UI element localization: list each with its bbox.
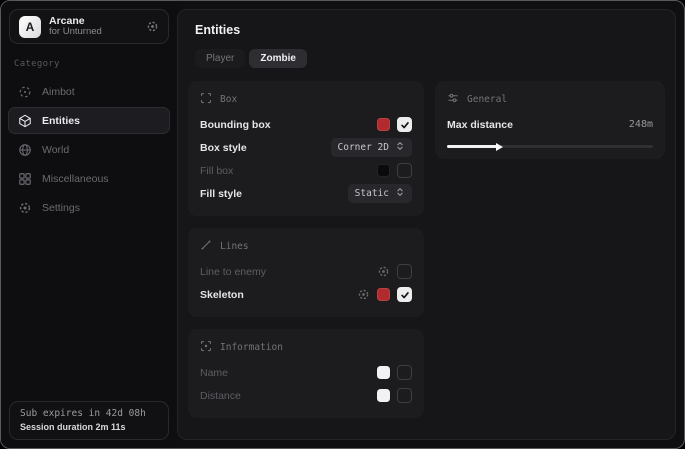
setting-row-line-to-enemy: Line to enemy (200, 260, 412, 283)
focus-dot-icon (200, 340, 212, 355)
fill-box-checkbox[interactable] (397, 163, 412, 178)
sidebar-item-world[interactable]: World (8, 136, 170, 163)
setting-row-max-distance: Max distance 248m (447, 113, 653, 136)
dropdown-value: Corner 2D (338, 142, 389, 153)
sidebar-item-label: Miscellaneous (42, 173, 109, 185)
category-label: Category (14, 59, 177, 69)
content-area: Box Bounding box Box style (188, 81, 665, 418)
box-card: Box Bounding box Box style (188, 81, 424, 216)
color-swatch[interactable] (377, 288, 390, 301)
sidebar-item-label: Aimbot (42, 86, 75, 98)
sidebar-item-label: World (42, 144, 69, 156)
slider-fill (447, 145, 498, 148)
slider-thumb[interactable] (496, 143, 503, 151)
setting-row-distance: Distance (200, 384, 412, 407)
information-card: Information Name Distance (188, 329, 424, 418)
chevron-updown-icon (395, 187, 405, 200)
card-title: Box (220, 94, 237, 105)
fill-style-dropdown[interactable]: Static (348, 184, 412, 203)
card-title: General (467, 94, 507, 105)
corner-brackets-icon (200, 92, 212, 107)
general-card: General Max distance 248m (435, 81, 665, 159)
setting-row-fill-box: Fill box (200, 159, 412, 182)
color-swatch[interactable] (377, 118, 390, 131)
dropdown-value: Static (355, 188, 389, 199)
main-panel: Entities Player Zombie Box (177, 9, 676, 440)
setting-label: Bounding box (200, 119, 271, 131)
right-column: General Max distance 248m (435, 81, 665, 159)
box-style-dropdown[interactable]: Corner 2D (331, 138, 412, 157)
skeleton-checkbox[interactable] (397, 287, 412, 302)
sidebar-item-aimbot[interactable]: Aimbot (8, 78, 170, 105)
gear-icon[interactable] (357, 288, 370, 301)
gear-icon[interactable] (146, 20, 159, 33)
gear-icon (18, 201, 32, 215)
sidebar: A Arcane for Unturned Category (1, 1, 177, 448)
crosshair-icon (18, 85, 32, 99)
app-logo: A (19, 16, 41, 38)
sidebar-item-label: Settings (42, 202, 80, 214)
gear-icon[interactable] (377, 265, 390, 278)
subscription-status: Sub expires in 42d 08h Session duration … (9, 401, 169, 440)
cube-icon (18, 114, 32, 128)
color-swatch[interactable] (377, 164, 390, 177)
page-title: Entities (195, 23, 665, 37)
card-title: Information (220, 342, 283, 353)
setting-label: Box style (200, 142, 247, 154)
lines-card: Lines Line to enemy (188, 228, 424, 317)
sliders-icon (447, 92, 459, 107)
sidebar-item-entities[interactable]: Entities (8, 107, 170, 134)
tab-player[interactable]: Player (195, 49, 245, 68)
sub-expires-text: Sub expires in 42d 08h (20, 408, 158, 419)
name-checkbox[interactable] (397, 365, 412, 380)
color-swatch[interactable] (377, 366, 390, 379)
max-distance-slider[interactable] (447, 145, 653, 148)
color-swatch[interactable] (377, 389, 390, 402)
setting-row-bounding-box: Bounding box (200, 113, 412, 136)
left-column: Box Bounding box Box style (188, 81, 424, 418)
setting-row-skeleton: Skeleton (200, 283, 412, 306)
setting-label: Skeleton (200, 289, 244, 301)
setting-row-box-style: Box style Corner 2D (200, 136, 412, 159)
bounding-box-checkbox[interactable] (397, 117, 412, 132)
sidebar-item-label: Entities (42, 115, 80, 127)
setting-label: Line to enemy (200, 266, 266, 278)
chevron-updown-icon (395, 141, 405, 154)
diagonal-line-icon (200, 239, 212, 254)
setting-label: Max distance (447, 119, 513, 131)
setting-label: Distance (200, 390, 241, 402)
tab-zombie[interactable]: Zombie (249, 49, 307, 68)
logo-card: A Arcane for Unturned (9, 9, 169, 44)
app-subtitle: for Unturned (49, 27, 102, 38)
sidebar-item-settings[interactable]: Settings (8, 194, 170, 221)
globe-icon (18, 143, 32, 157)
setting-row-name: Name (200, 361, 412, 384)
setting-label: Name (200, 367, 228, 379)
distance-checkbox[interactable] (397, 388, 412, 403)
setting-label: Fill box (200, 165, 233, 177)
line-to-enemy-checkbox[interactable] (397, 264, 412, 279)
setting-label: Fill style (200, 188, 242, 200)
grid-icon (18, 172, 32, 186)
app-window: A Arcane for Unturned Category (0, 0, 685, 449)
setting-row-fill-style: Fill style Static (200, 182, 412, 205)
entity-tabs: Player Zombie (195, 49, 665, 68)
sidebar-nav: Aimbot Entities (1, 78, 177, 221)
card-title: Lines (220, 241, 249, 252)
session-duration-text: Session duration 2m 11s (20, 422, 158, 432)
slider-value: 248m (629, 119, 653, 130)
sidebar-item-miscellaneous[interactable]: Miscellaneous (8, 165, 170, 192)
